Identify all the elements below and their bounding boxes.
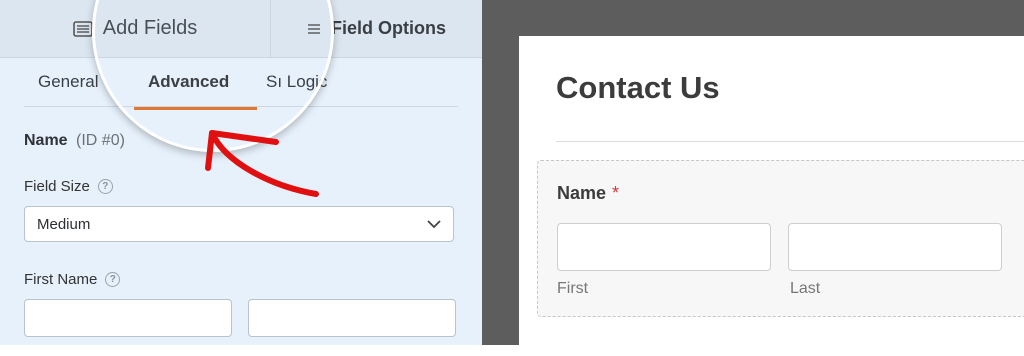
- help-icon[interactable]: ?: [105, 272, 121, 287]
- field-size-value: Medium: [37, 215, 91, 233]
- subtab-advanced[interactable]: Advanced: [148, 72, 229, 92]
- last-name-input[interactable]: [788, 223, 1002, 271]
- required-asterisk: *: [612, 183, 620, 203]
- tab-add-fields-label: Add Fields: [102, 17, 198, 39]
- tab-add-fields[interactable]: Add Fields: [0, 0, 271, 57]
- field-size-label: Field Size: [24, 178, 90, 195]
- field-options-panel: Add Fields Field Options General Advance…: [0, 0, 482, 345]
- builder-top-tabs: Add Fields Field Options: [0, 0, 482, 58]
- options-sub-tabs: General Advanced Sı Logic: [24, 58, 458, 110]
- sliders-icon: [307, 22, 321, 36]
- name-field-label: Name *: [557, 183, 619, 204]
- name-label-text: Name: [557, 183, 607, 203]
- first-name-label-row: First Name ?: [24, 271, 121, 288]
- first-name-default-input[interactable]: [248, 299, 456, 337]
- first-sublabel: First: [557, 280, 589, 297]
- field-heading: Name (ID #0): [24, 132, 125, 150]
- field-heading-name: Name: [24, 132, 68, 149]
- form-divider: [556, 141, 1024, 142]
- subtab-general[interactable]: General: [38, 72, 98, 92]
- field-size-select[interactable]: Medium: [24, 206, 454, 242]
- first-name-input[interactable]: [557, 223, 771, 271]
- chevron-down-icon: [427, 216, 441, 233]
- tab-field-options-label: Field Options: [331, 18, 446, 38]
- form-title: Contact Us: [556, 70, 720, 105]
- tab-field-options[interactable]: Field Options: [271, 0, 482, 57]
- field-size-label-row: Field Size ?: [24, 178, 113, 195]
- list-icon: [72, 20, 93, 37]
- first-name-placeholder-input[interactable]: [24, 299, 232, 337]
- active-tab-underline: [134, 107, 257, 110]
- field-heading-id: (ID #0): [76, 132, 125, 149]
- first-name-label: First Name: [24, 271, 98, 288]
- help-icon[interactable]: ?: [97, 179, 113, 194]
- subtab-smart-logic[interactable]: Sı Logic: [266, 72, 327, 92]
- last-sublabel: Last: [790, 280, 821, 297]
